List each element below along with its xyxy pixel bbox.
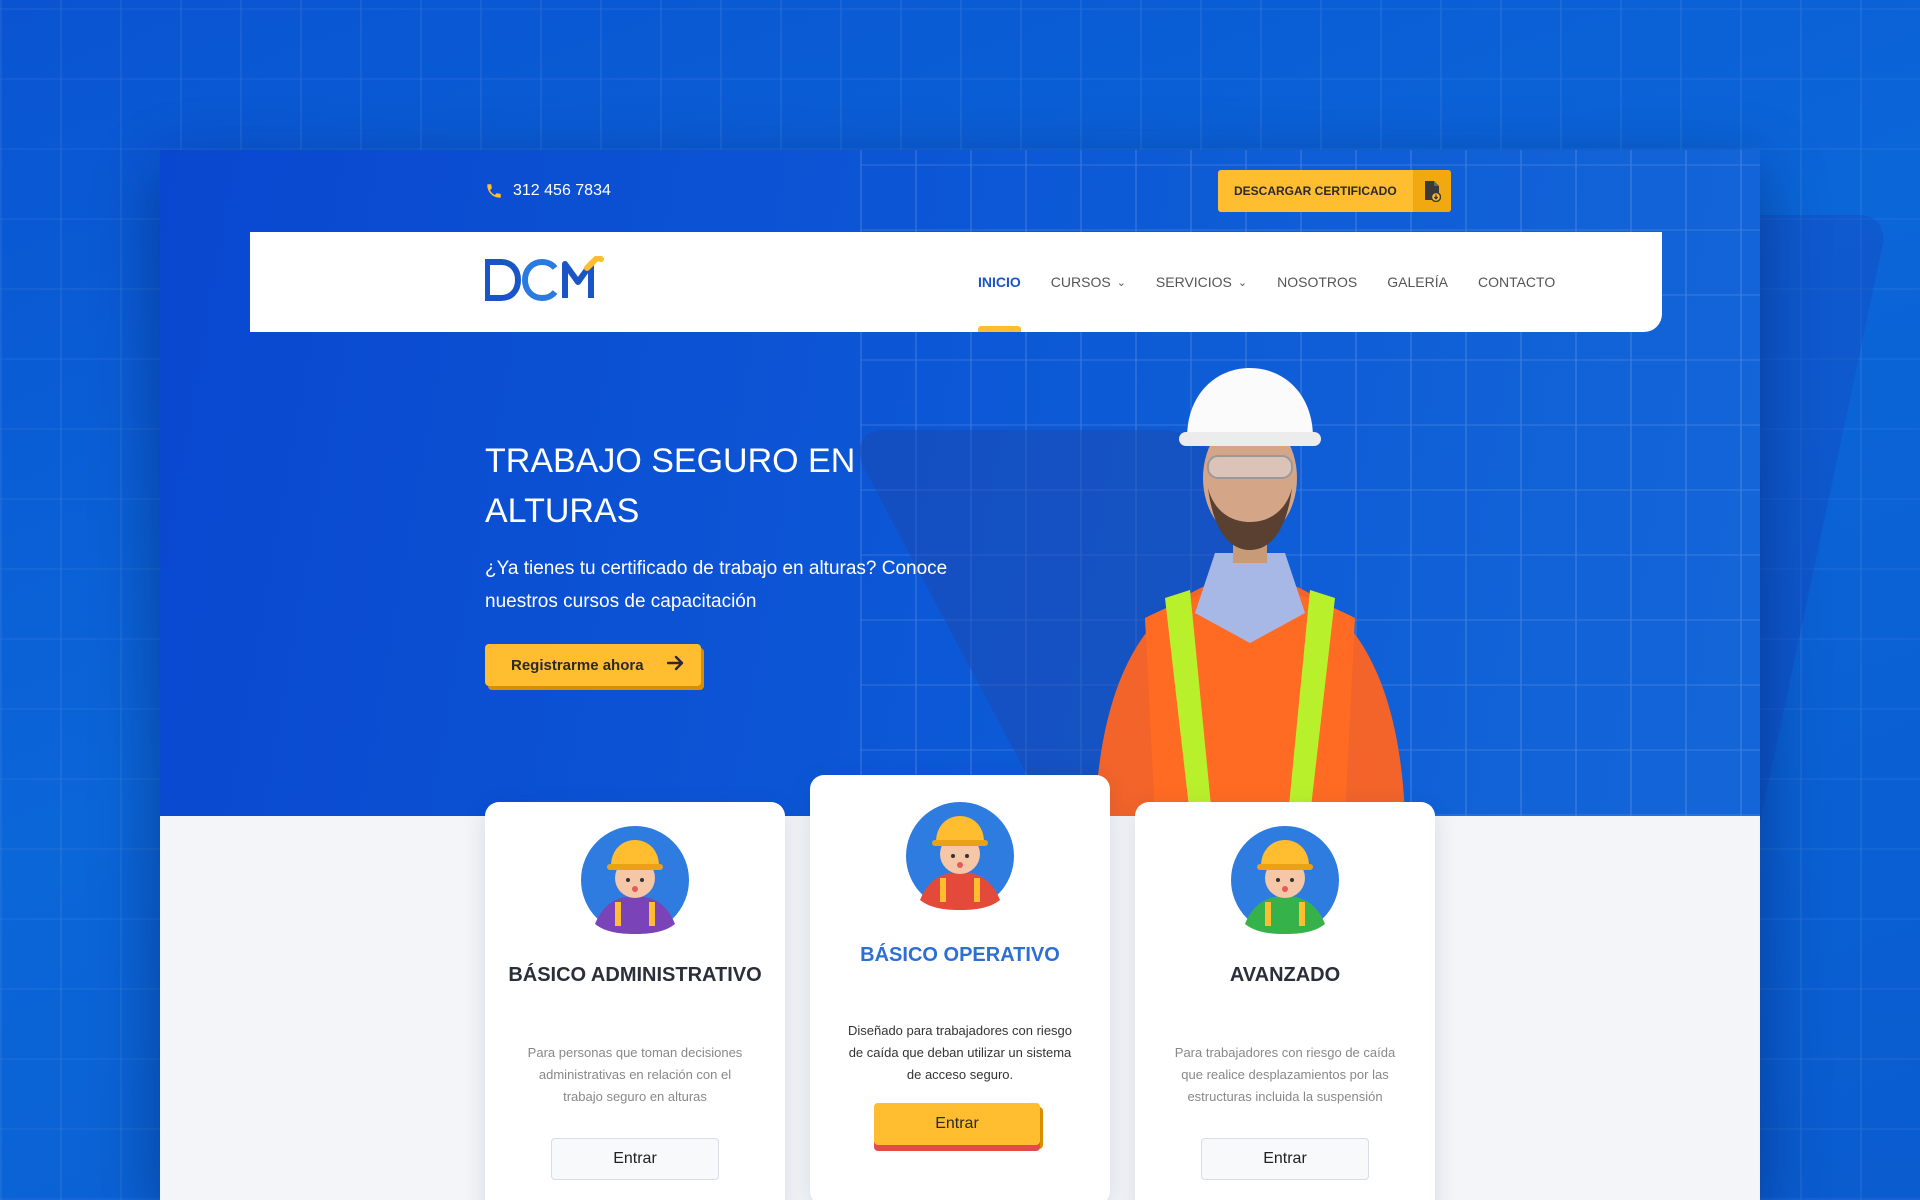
- nav-galeria-label: GALERÍA: [1387, 274, 1448, 290]
- worker-avatar-red: [906, 802, 1014, 910]
- card-title: BÁSICO ADMINISTRATIVO: [508, 964, 762, 986]
- hero-title: TRABAJO SEGURO EN ALTURAS: [485, 442, 856, 530]
- website-frame: 312 456 7834 DESCARGAR CERTIFICADO INICI…: [160, 150, 1760, 1200]
- nav-cursos-label: CURSOS: [1050, 274, 1111, 290]
- enter-button[interactable]: Entrar: [874, 1103, 1040, 1145]
- nav-servicios[interactable]: SERVICIOS ⌄: [1156, 232, 1247, 332]
- nav-cursos[interactable]: CURSOS ⌄: [1051, 232, 1126, 332]
- hero-subtitle: ¿Ya tienes tu certificado de trabajo en …: [485, 558, 948, 612]
- nav-inicio[interactable]: INICIO: [978, 232, 1021, 332]
- enter-button[interactable]: Entrar: [551, 1138, 719, 1180]
- course-card-basico-operativo: BÁSICO OPERATIVO Diseñado para trabajado…: [810, 775, 1110, 1200]
- phone-icon: [487, 184, 501, 198]
- download-file-icon: [1412, 170, 1451, 212]
- card-title: BÁSICO OPERATIVO: [860, 944, 1060, 966]
- nav-contacto[interactable]: CONTACTO: [1478, 232, 1555, 332]
- download-certificate-label: DESCARGAR CERTIFICADO: [1234, 184, 1397, 198]
- phone-number: 312 456 7834: [513, 182, 611, 199]
- dcm-logo[interactable]: [485, 256, 605, 304]
- hero-section: 312 456 7834 DESCARGAR CERTIFICADO INICI…: [160, 150, 1760, 816]
- worker-photo: [1095, 368, 1405, 816]
- register-button-label: Registrarme ahora: [511, 656, 644, 674]
- nav-nosotros-label: NOSOTROS: [1277, 274, 1358, 290]
- card-description: Para personas que toman decisiones admin…: [527, 1045, 743, 1104]
- card-title: AVANZADO: [1229, 964, 1341, 986]
- phone-contact[interactable]: 312 456 7834: [485, 182, 611, 200]
- worker-avatar-green: [1231, 826, 1339, 934]
- card-description: Para trabajadores con riesgo de caída qu…: [1174, 1045, 1396, 1104]
- nav-contacto-label: CONTACTO: [1477, 274, 1556, 290]
- nav-inicio-label: INICIO: [978, 274, 1021, 290]
- nav-servicios-label: SERVICIOS: [1155, 274, 1232, 290]
- card-description: Diseñado para trabajadores con riesgo de…: [847, 1023, 1073, 1082]
- main-menu: INICIO CURSOS ⌄ SERVICIOS ⌄ NOSOTROS GAL…: [978, 232, 1585, 332]
- register-button[interactable]: Registrarme ahora: [485, 644, 701, 686]
- download-certificate-button[interactable]: DESCARGAR CERTIFICADO: [1218, 170, 1451, 212]
- nav-galeria[interactable]: GALERÍA: [1387, 232, 1448, 332]
- course-card-basico-administrativo: BÁSICO ADMINISTRATIVO Para personas que …: [485, 802, 785, 1200]
- arrow-right-icon: [666, 655, 685, 675]
- chevron-down-icon: ⌄: [1237, 276, 1248, 289]
- chevron-down-icon: ⌄: [1116, 276, 1126, 289]
- worker-avatar-purple: [581, 826, 689, 934]
- main-navbar: INICIO CURSOS ⌄ SERVICIOS ⌄ NOSOTROS GAL…: [250, 232, 1662, 332]
- enter-button[interactable]: Entrar: [1201, 1138, 1369, 1180]
- course-card-avanzado: AVANZADO Para trabajadores con riesgo de…: [1135, 802, 1435, 1200]
- nav-nosotros[interactable]: NOSOTROS: [1277, 232, 1357, 332]
